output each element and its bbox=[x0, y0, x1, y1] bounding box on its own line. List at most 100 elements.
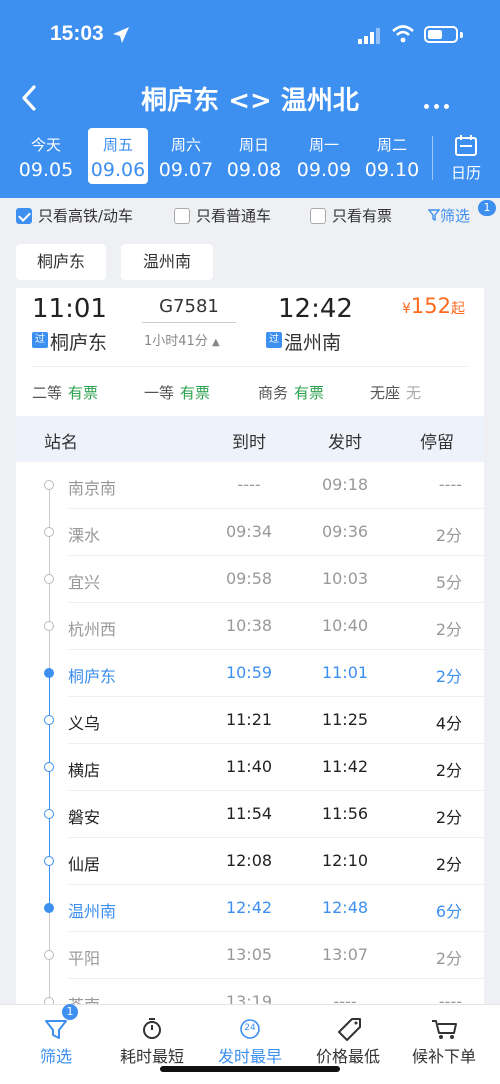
date-value: 09.06 bbox=[90, 159, 146, 181]
date-tab-5[interactable]: 周二 09.10 bbox=[362, 128, 422, 184]
available-only-label[interactable]: 只看有票 bbox=[332, 205, 392, 226]
stop-arrive: 12:08 bbox=[225, 851, 273, 870]
stop-row[interactable]: 桐庐东 10:59 11:01 2分 bbox=[16, 650, 484, 697]
calendar-divider bbox=[432, 136, 433, 180]
header-stop: 停留 bbox=[420, 433, 454, 453]
stop-row[interactable]: 宜兴 09:58 10:03 5分 bbox=[16, 556, 484, 603]
price: ¥152起 bbox=[402, 294, 465, 318]
filter-tab-label: 筛选 bbox=[39, 1047, 72, 1066]
stop-row[interactable]: 横店 11:40 11:42 2分 bbox=[16, 744, 484, 791]
stopwatch-icon bbox=[143, 1018, 161, 1039]
seat-status: 有票 bbox=[294, 384, 325, 402]
stop-arrive: 12:42 bbox=[225, 898, 273, 917]
status-time: 15:03 bbox=[50, 22, 104, 45]
seat-class: 一等 bbox=[144, 384, 175, 402]
filter-label: 筛选 bbox=[440, 207, 471, 225]
stop-row[interactable]: 仙居 12:08 12:10 2分 bbox=[16, 838, 484, 885]
filter-tab[interactable]: 筛选 bbox=[6, 1017, 106, 1067]
stop-name: 桐庐东 bbox=[68, 667, 117, 686]
earliest-departure-tab[interactable]: 24 发时最早 bbox=[200, 1017, 300, 1067]
high-speed-label[interactable]: 只看高铁/动车 bbox=[38, 205, 133, 226]
stop-name: 宜兴 bbox=[68, 573, 101, 592]
duration-text: 1小时41分 bbox=[144, 334, 208, 349]
stop-depart: 09:18 bbox=[321, 475, 369, 494]
battery-cap bbox=[460, 32, 463, 38]
stop-dot bbox=[44, 997, 54, 1004]
nav-bar: 桐庐东 <> 温州北 bbox=[0, 78, 500, 118]
train-line bbox=[142, 322, 236, 323]
more-options-icon[interactable] bbox=[424, 94, 454, 113]
available-only-checkbox[interactable] bbox=[310, 208, 326, 224]
stop-row[interactable]: 杭州西 10:38 10:40 2分 bbox=[16, 603, 484, 650]
stop-depart: 13:07 bbox=[321, 945, 369, 964]
regular-train-checkbox[interactable] bbox=[174, 208, 190, 224]
stop-name: 南京南 bbox=[68, 479, 117, 498]
bottom-filter-badge: 1 bbox=[62, 1004, 78, 1020]
seat-class: 无座 bbox=[370, 384, 401, 402]
arrival-station: 温州南 bbox=[284, 332, 342, 354]
stop-name: 溧水 bbox=[68, 526, 101, 545]
stop-name: 平阳 bbox=[68, 949, 101, 968]
stop-depart: 11:25 bbox=[321, 710, 369, 729]
stop-row[interactable]: 磐安 11:54 11:56 2分 bbox=[16, 791, 484, 838]
date-tab-4[interactable]: 周一 09.09 bbox=[294, 128, 354, 184]
stop-dot bbox=[44, 715, 54, 725]
date-value: 09.10 bbox=[364, 159, 420, 181]
date-weekday: 周五 bbox=[102, 136, 133, 154]
train-card: 11:01 G7581 1小时41分 ▲ 12:42 ¥152起 过 桐庐东 过… bbox=[16, 288, 484, 1004]
stop-name: 仙居 bbox=[68, 855, 101, 874]
train-number[interactable]: G7581 bbox=[146, 296, 232, 317]
header-depart: 发时 bbox=[328, 433, 362, 453]
date-tab-1[interactable]: 周五 09.06 bbox=[88, 128, 148, 184]
shortest-time-label: 耗时最短 bbox=[119, 1047, 184, 1066]
calendar-label: 日历 bbox=[450, 164, 481, 182]
date-tab-2[interactable]: 周六 09.07 bbox=[156, 128, 216, 184]
location-arrow-icon bbox=[113, 27, 129, 43]
waitlist-label: 候补下单 bbox=[411, 1047, 476, 1066]
date-value: 09.05 bbox=[18, 159, 74, 181]
price-value: 152 bbox=[410, 294, 452, 318]
duration-toggle[interactable]: 1小时41分 ▲ bbox=[144, 330, 220, 349]
stop-duration: ---- bbox=[438, 992, 462, 1004]
stop-row[interactable]: 温州南 12:42 12:48 6分 bbox=[16, 885, 484, 932]
stop-row[interactable]: 义乌 11:21 11:25 4分 bbox=[16, 697, 484, 744]
wifi-icon bbox=[392, 25, 414, 43]
stop-duration: 2分 bbox=[435, 526, 462, 545]
stop-name: 杭州西 bbox=[68, 620, 117, 639]
date-tab-0[interactable]: 今天 09.05 bbox=[16, 128, 76, 184]
price-suffix: 起 bbox=[451, 301, 466, 317]
stop-arrive: 11:21 bbox=[225, 710, 273, 729]
stop-row[interactable]: 南京南 ---- 09:18 ---- bbox=[16, 462, 484, 509]
stop-depart: 10:40 bbox=[321, 616, 369, 635]
stop-row[interactable]: 溧水 09:34 09:36 2分 bbox=[16, 509, 484, 556]
lowest-price-tab[interactable]: 价格最低 bbox=[298, 1017, 398, 1067]
stop-dot bbox=[44, 668, 54, 678]
waitlist-tab[interactable]: 候补下单 bbox=[394, 1017, 494, 1067]
stop-name: 温州南 bbox=[68, 902, 117, 921]
date-value: 09.08 bbox=[226, 159, 282, 181]
calendar-button[interactable]: 日历 bbox=[446, 134, 486, 183]
from-station-chip[interactable]: 桐庐东 bbox=[16, 244, 106, 280]
arrival-time: 12:42 bbox=[278, 294, 353, 324]
stop-dot bbox=[44, 903, 54, 913]
stop-duration: 2分 bbox=[435, 949, 462, 968]
to-station-chip[interactable]: 温州南 bbox=[121, 244, 213, 280]
stop-depart: 09:36 bbox=[321, 522, 369, 541]
seat-status: 有票 bbox=[180, 384, 211, 402]
date-weekday: 周日 bbox=[238, 136, 269, 154]
departure-time: 11:01 bbox=[32, 294, 107, 324]
shortest-time-tab[interactable]: 耗时最短 bbox=[102, 1017, 202, 1067]
stop-name: 义乌 bbox=[68, 714, 101, 733]
regular-train-label[interactable]: 只看普通车 bbox=[196, 205, 271, 226]
high-speed-checkbox[interactable] bbox=[16, 208, 32, 224]
stop-duration: 4分 bbox=[435, 714, 462, 733]
stop-dot bbox=[44, 480, 54, 490]
header-station: 站名 bbox=[44, 433, 78, 453]
signal-icon bbox=[358, 28, 380, 44]
filter-count-badge: 1 bbox=[478, 200, 496, 216]
stop-row[interactable]: 平阳 13:05 13:07 2分 bbox=[16, 932, 484, 979]
currency-symbol: ¥ bbox=[402, 301, 411, 317]
filter-button[interactable]: 筛选 bbox=[427, 205, 471, 226]
stop-row[interactable]: 苍南 13:19 ---- ---- bbox=[16, 979, 484, 1004]
date-tab-3[interactable]: 周日 09.08 bbox=[224, 128, 284, 184]
